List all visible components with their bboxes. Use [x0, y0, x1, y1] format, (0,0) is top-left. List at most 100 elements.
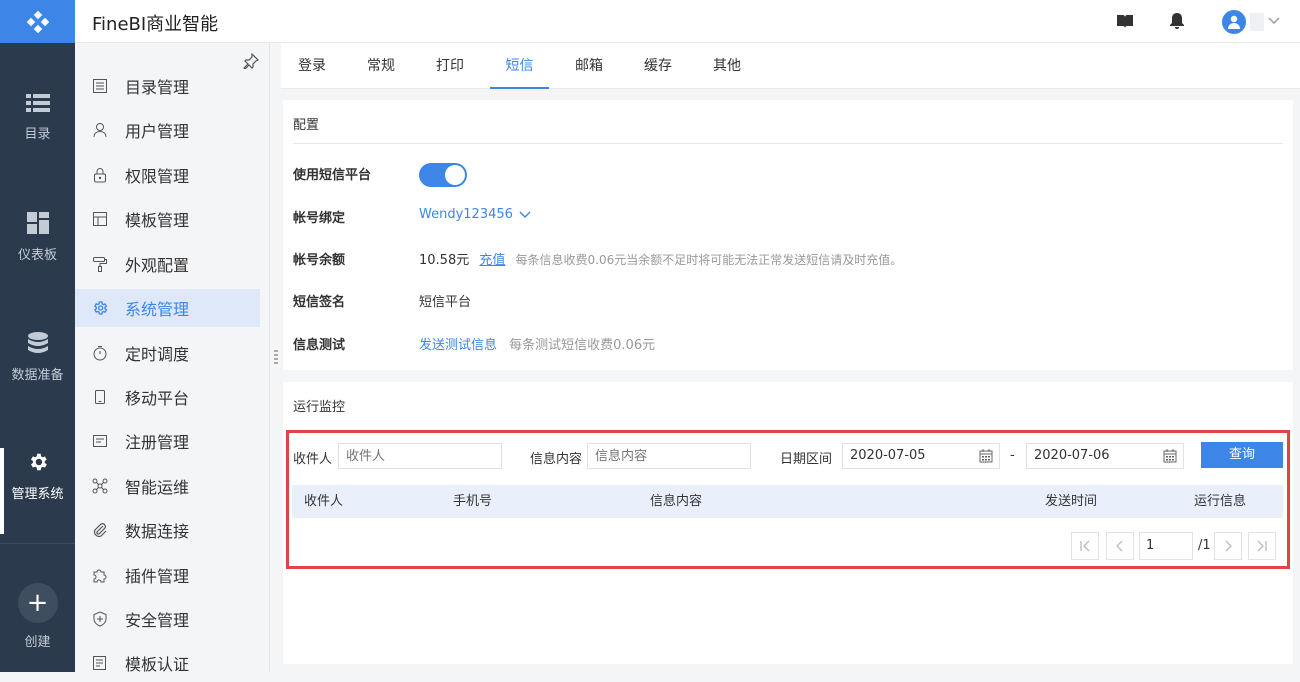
gear-icon	[30, 453, 47, 471]
last-page-icon	[1257, 540, 1267, 552]
tab-login[interactable]: 登录	[291, 43, 333, 89]
avatar[interactable]	[1222, 10, 1246, 34]
page-number-input[interactable]: 1	[1139, 532, 1193, 560]
rail-label: 创建	[24, 635, 51, 650]
col-run-info: 运行信息	[1194, 494, 1247, 509]
menu-label: 目录管理	[125, 78, 190, 97]
menu-item-mobile[interactable]: 移动平台	[75, 378, 260, 416]
chevron-right-icon	[1225, 540, 1232, 552]
toggle-knob	[445, 165, 465, 185]
query-button[interactable]: 查询	[1201, 442, 1283, 468]
menu-item-permissions[interactable]: 权限管理	[75, 156, 260, 194]
tab-print[interactable]: 打印	[429, 43, 471, 89]
dashboard-icon	[26, 212, 49, 234]
config-panel: 配置 使用短信平台 帐号绑定 Wendy123456 帐号余额 10.58元 充…	[283, 100, 1293, 370]
user-icon	[93, 123, 107, 138]
date-range-label: 日期区间	[780, 452, 833, 467]
plus-icon: +	[17, 583, 58, 623]
rail-item-catalog[interactable]: 目录	[0, 93, 75, 142]
first-page-icon	[1080, 540, 1090, 552]
catalog-icon	[93, 79, 107, 93]
content-input[interactable]	[587, 443, 751, 469]
menu-label: 系统管理	[125, 300, 190, 319]
date-to-input[interactable]: 2020-07-06	[1026, 443, 1184, 469]
menu-item-security[interactable]: 安全管理	[75, 600, 260, 638]
col-send-time: 发送时间	[1045, 494, 1098, 509]
menu-label: 定时调度	[125, 345, 190, 364]
rail-item-admin[interactable]: 管理系统	[0, 451, 75, 502]
monitor-title: 运行监控	[293, 400, 346, 415]
platform-label: 使用短信平台	[293, 168, 372, 183]
date-separator: -	[1010, 448, 1015, 463]
rail-item-dashboard[interactable]: 仪表板	[0, 212, 75, 263]
book-icon[interactable]	[1117, 14, 1133, 28]
first-page-button[interactable]	[1071, 532, 1099, 560]
logo-icon	[26, 10, 49, 33]
menu-item-templates[interactable]: 模板管理	[75, 200, 260, 238]
menu-item-system[interactable]: 系统管理	[75, 289, 260, 327]
menu-item-schedule[interactable]: 定时调度	[75, 334, 260, 372]
menu-item-ops[interactable]: 智能运维	[75, 467, 260, 505]
menu-label: 外观配置	[125, 256, 190, 275]
chevron-down-icon[interactable]	[1268, 17, 1280, 25]
lock-icon	[94, 168, 106, 183]
menu-label: 移动平台	[125, 389, 190, 408]
content-label: 信息内容	[530, 452, 583, 467]
menu-item-register[interactable]: 注册管理	[75, 422, 260, 460]
date-to-value: 2020-07-06	[1034, 448, 1110, 463]
shield-icon	[93, 611, 107, 627]
menu-item-cert[interactable]: 模板认证	[75, 644, 260, 682]
tab-sms[interactable]: 短信	[490, 43, 549, 89]
rail-item-data-prep[interactable]: 数据准备	[0, 332, 75, 383]
gear-icon	[94, 301, 108, 315]
last-page-button[interactable]	[1248, 532, 1276, 560]
menu-label: 数据连接	[125, 522, 190, 541]
date-from-input[interactable]: 2020-07-05	[842, 443, 1000, 469]
resize-handle[interactable]	[274, 350, 278, 364]
send-test-link[interactable]: 发送测试信息	[419, 338, 497, 353]
menu-label: 注册管理	[125, 433, 190, 452]
rail-label: 目录	[24, 127, 51, 142]
rail-label: 数据准备	[11, 368, 64, 383]
balance-hint: 每条信息收费0.06元当余额不足时将可能无法正常发送短信请及时充值。	[515, 253, 903, 267]
divider	[0, 543, 75, 544]
menu-item-catalog[interactable]: 目录管理	[75, 67, 260, 105]
user-avatar-icon	[1228, 15, 1240, 29]
menu-item-connections[interactable]: 数据连接	[75, 511, 260, 549]
recipient-input[interactable]	[338, 443, 502, 469]
network-icon	[92, 478, 108, 494]
sms-platform-toggle[interactable]	[419, 163, 467, 187]
menu-item-users[interactable]: 用户管理	[75, 111, 260, 149]
bell-icon[interactable]	[1170, 13, 1184, 29]
settings-tabs: 登录 常规 打印 短信 邮箱 缓存 其他	[281, 43, 1300, 89]
recipient-label: 收件人	[293, 452, 333, 467]
calendar-icon	[979, 449, 993, 463]
col-content: 信息内容	[650, 494, 703, 509]
config-title: 配置	[293, 118, 320, 133]
tab-cache[interactable]: 缓存	[637, 43, 679, 89]
tab-other[interactable]: 其他	[706, 43, 748, 89]
next-page-button[interactable]	[1214, 532, 1242, 560]
admin-menu: 目录管理 用户管理 权限管理 模板管理 外观配置 系统管理 定时调度 移动平台 …	[75, 43, 270, 674]
tab-email[interactable]: 邮箱	[568, 43, 610, 89]
divider	[293, 143, 1283, 144]
signature-label: 短信签名	[293, 295, 346, 310]
page-total: /1	[1198, 538, 1211, 553]
menu-item-appearance[interactable]: 外观配置	[75, 245, 260, 283]
register-icon	[93, 435, 107, 447]
list-icon	[25, 94, 50, 112]
tab-general[interactable]: 常规	[360, 43, 402, 89]
balance-value: 10.58元	[419, 253, 470, 268]
recharge-link[interactable]: 充值	[479, 253, 505, 268]
prev-page-button[interactable]	[1106, 532, 1134, 560]
rail-item-create[interactable]: + 创建	[0, 583, 75, 650]
menu-label: 模板认证	[125, 655, 190, 674]
menu-label: 插件管理	[125, 567, 190, 586]
menu-label: 智能运维	[125, 478, 190, 497]
calendar-icon	[1163, 449, 1177, 463]
rail-label: 仪表板	[17, 248, 57, 263]
puzzle-icon	[93, 569, 107, 583]
logo[interactable]	[0, 0, 75, 43]
menu-item-plugins[interactable]: 插件管理	[75, 556, 260, 594]
account-select[interactable]: Wendy123456	[419, 207, 531, 222]
